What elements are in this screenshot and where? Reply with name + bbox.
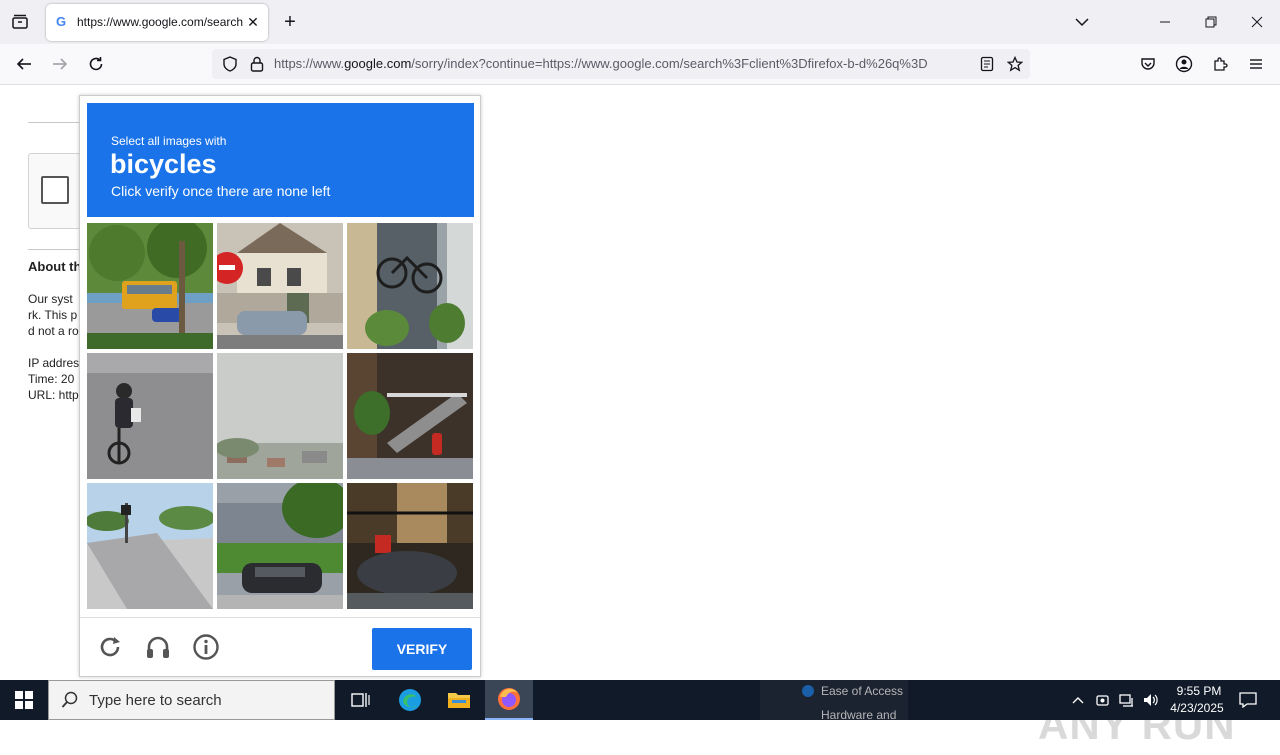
menu-hamburger-icon[interactable] <box>1244 52 1268 76</box>
search-placeholder: Type here to search <box>89 692 222 709</box>
captcha-header: Select all images with bicycles Click ve… <box>87 103 474 217</box>
captcha-instruction: Select all images with <box>111 134 227 148</box>
ease-of-access-icon <box>801 684 815 703</box>
lock-icon[interactable] <box>245 52 269 76</box>
captcha-target-word: bicycles <box>110 149 217 179</box>
task-view-icon[interactable] <box>336 680 384 720</box>
control-panel-item: Hardware and <box>821 708 897 720</box>
bookmark-star-icon[interactable] <box>1003 52 1027 76</box>
volume-icon[interactable] <box>1141 690 1161 710</box>
file-explorer-icon[interactable] <box>435 680 483 720</box>
edge-browser-icon[interactable] <box>386 680 434 720</box>
captcha-tile-bus-street[interactable] <box>87 223 213 349</box>
reader-view-icon[interactable] <box>975 52 999 76</box>
about-text-line: rk. This p <box>28 308 78 322</box>
captcha-tile-hazy-sky-town[interactable] <box>217 353 343 479</box>
url-text[interactable]: https://www.google.com/sorry/index?conti… <box>274 56 974 71</box>
verify-button[interactable]: VERIFY <box>372 628 472 670</box>
minimize-icon[interactable] <box>1145 6 1185 38</box>
browser-nav-bar: https://www.google.com/sorry/index?conti… <box>0 44 1280 85</box>
search-icon <box>61 691 79 714</box>
pocket-icon[interactable] <box>1136 52 1160 76</box>
info-icon[interactable] <box>192 633 220 661</box>
captcha-image-grid <box>87 223 475 611</box>
captcha-footer: VERIFY <box>80 617 480 677</box>
windows-taskbar: Type here to search Ease of Access Hardw… <box>0 680 1280 720</box>
google-favicon-icon: G <box>56 14 67 29</box>
tab-close-icon[interactable]: ✕ <box>244 13 262 31</box>
forward-icon[interactable] <box>48 52 72 76</box>
taskbar-search-input[interactable]: Type here to search <box>48 680 335 720</box>
account-icon[interactable] <box>1172 52 1196 76</box>
url-line: URL: http <box>28 388 79 402</box>
captcha-subinstruction: Click verify once there are none left <box>111 183 331 199</box>
new-tab-icon[interactable]: + <box>280 12 300 32</box>
network-icon[interactable] <box>1117 690 1137 710</box>
recaptcha-checkbox[interactable] <box>41 176 69 204</box>
time-line: Time: 20 <box>28 372 75 386</box>
url-bar[interactable]: https://www.google.com/sorry/index?conti… <box>212 49 1030 79</box>
tab-list-icon[interactable] <box>8 10 32 34</box>
windows-start-icon[interactable] <box>0 680 48 720</box>
browser-tab-bar: G https://www.google.com/search ✕ + <box>0 0 1280 44</box>
captcha-tile-house-stairs-hydrant[interactable] <box>347 353 473 479</box>
ip-address-line: IP addres <box>28 356 80 370</box>
clock-time[interactable]: 9:55 PM <box>1168 684 1230 698</box>
captcha-tile-bicycle-behind-column[interactable] <box>347 223 473 349</box>
shield-icon[interactable] <box>218 52 242 76</box>
about-text-line: d not a ro <box>28 324 79 338</box>
captcha-challenge: Select all images with bicycles Click ve… <box>79 95 481 677</box>
reload-icon[interactable] <box>84 52 108 76</box>
captcha-tile-parked-scooter-fence[interactable] <box>347 483 473 609</box>
extensions-icon[interactable] <box>1208 52 1232 76</box>
audio-challenge-icon[interactable] <box>144 633 172 661</box>
captcha-tile-cars-under-tree[interactable] <box>217 483 343 609</box>
chevron-down-icon[interactable] <box>1072 12 1092 32</box>
background-window-strip: Ease of Access Hardware and <box>760 680 908 720</box>
chevron-up-icon[interactable] <box>1068 690 1088 710</box>
back-icon[interactable] <box>12 52 36 76</box>
reload-challenge-icon[interactable] <box>96 633 124 661</box>
restore-icon[interactable] <box>1191 6 1231 38</box>
browser-tab[interactable]: G https://www.google.com/search ✕ <box>46 4 268 41</box>
captcha-tile-street-crosswalk[interactable] <box>87 483 213 609</box>
captcha-tile-no-entry-sign-house[interactable] <box>217 223 343 349</box>
about-heading: About th <box>28 259 82 274</box>
notifications-icon[interactable] <box>1238 690 1258 710</box>
meet-now-icon[interactable] <box>1093 690 1113 710</box>
clock-date[interactable]: 4/23/2025 <box>1164 701 1230 715</box>
firefox-icon[interactable] <box>485 680 533 720</box>
about-text-line: Our syst <box>28 292 73 306</box>
captcha-tile-cyclist-on-road[interactable] <box>87 353 213 479</box>
control-panel-item: Ease of Access <box>821 684 904 698</box>
close-window-icon[interactable] <box>1237 6 1277 38</box>
